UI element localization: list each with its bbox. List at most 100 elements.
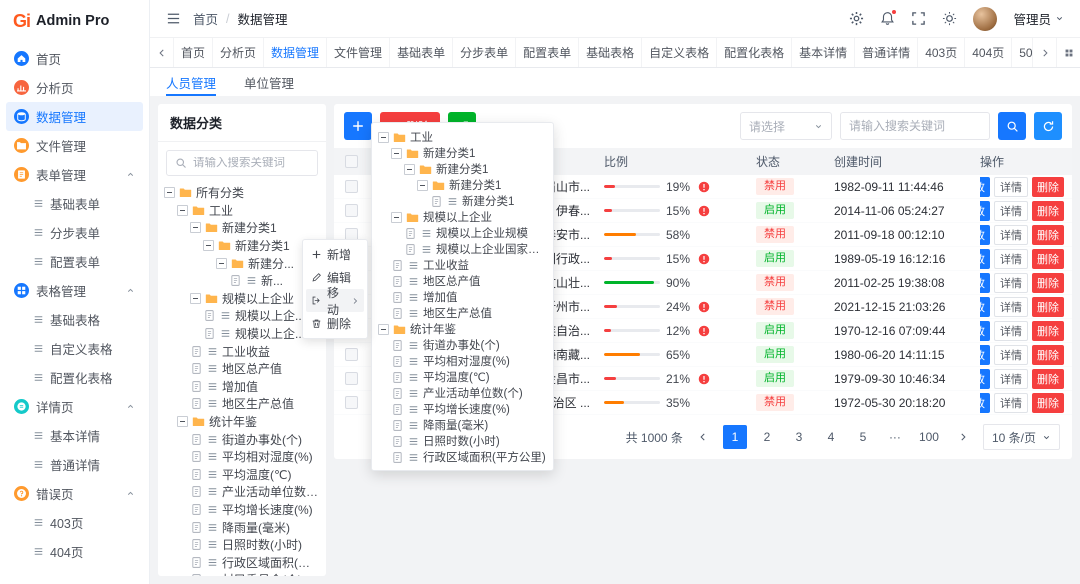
delete-row-button[interactable]: 删除 bbox=[1032, 225, 1064, 245]
tab-item[interactable]: 基本详情 bbox=[792, 38, 855, 67]
tree-leaf-node[interactable]: 日照时数(小时) bbox=[378, 433, 547, 449]
tree-leaf-node[interactable]: 村民委员会(个) bbox=[164, 571, 320, 576]
tab-item[interactable]: 文件管理 bbox=[327, 38, 390, 67]
tree-folder-node[interactable]: 新建分... bbox=[164, 254, 320, 272]
page-button[interactable]: 4 bbox=[819, 425, 843, 449]
row-checkbox[interactable] bbox=[345, 396, 358, 409]
tree-leaf-node[interactable]: 行政区域面积(平方公... bbox=[164, 553, 320, 571]
tree-leaf-node[interactable]: 工业收益 bbox=[164, 342, 320, 360]
row-checkbox[interactable] bbox=[345, 204, 358, 217]
detail-button[interactable]: 详情 bbox=[994, 177, 1028, 197]
row-checkbox[interactable] bbox=[345, 180, 358, 193]
tree-leaf-node[interactable]: 降雨量(毫米) bbox=[378, 417, 547, 433]
tree-leaf-node[interactable]: 降雨量(毫米) bbox=[164, 518, 320, 536]
tree-expander-icon[interactable] bbox=[190, 293, 201, 304]
tree-folder-node[interactable]: 统计年鉴 bbox=[378, 321, 547, 337]
tree-folder-node[interactable]: 工业 bbox=[164, 202, 320, 220]
tree-leaf-node[interactable]: 平均增长速度(%) bbox=[164, 501, 320, 519]
tree-leaf-node[interactable]: 规模以上企... bbox=[164, 325, 320, 343]
page-ellipsis[interactable]: ··· bbox=[883, 425, 907, 449]
user-menu[interactable]: 管理员 bbox=[1013, 9, 1064, 28]
edit-button[interactable]: 修改 bbox=[980, 369, 990, 389]
delete-row-button[interactable]: 删除 bbox=[1032, 273, 1064, 293]
tree-leaf-node[interactable]: 规模以上企业国家资本 bbox=[378, 241, 547, 257]
detail-button[interactable]: 详情 bbox=[994, 369, 1028, 389]
subtab-item[interactable]: 单位管理 bbox=[244, 68, 294, 96]
sidebar-subitem[interactable]: 普通详情 bbox=[6, 450, 143, 479]
tab-item[interactable]: 分析页 bbox=[213, 38, 264, 67]
tree-leaf-node[interactable]: 产业活动单位数(个) bbox=[378, 385, 547, 401]
refresh-button[interactable] bbox=[1034, 112, 1062, 140]
tree-folder-node[interactable]: 新建分类1 bbox=[164, 219, 320, 237]
page-button[interactable]: 1 bbox=[723, 425, 747, 449]
edit-button[interactable]: 修改 bbox=[980, 393, 990, 413]
tree-leaf-node[interactable]: 规模以上企业规模 bbox=[378, 225, 547, 241]
bell-icon[interactable] bbox=[880, 11, 895, 26]
tab-item[interactable]: 配置表单 bbox=[516, 38, 579, 67]
tab-item[interactable]: 首页 bbox=[174, 38, 213, 67]
delete-row-button[interactable]: 删除 bbox=[1032, 345, 1064, 365]
context-menu-item[interactable]: 删除 bbox=[306, 312, 364, 335]
tree-leaf-node[interactable]: 工业收益 bbox=[378, 257, 547, 273]
sidebar-item[interactable]: 表格管理 bbox=[6, 276, 143, 305]
delete-row-button[interactable]: 删除 bbox=[1032, 201, 1064, 221]
tree-leaf-node[interactable]: 增加值 bbox=[164, 378, 320, 396]
theme-icon[interactable] bbox=[942, 11, 957, 26]
tab-item[interactable]: 404页 bbox=[965, 38, 1012, 67]
tree-expander-icon[interactable] bbox=[177, 416, 188, 427]
tree-expander-icon[interactable] bbox=[378, 132, 389, 143]
tree-expander-icon[interactable] bbox=[164, 187, 175, 198]
select-all-checkbox[interactable] bbox=[345, 155, 358, 168]
tree-leaf-node[interactable]: 日照时数(小时) bbox=[164, 536, 320, 554]
subtab-item[interactable]: 人员管理 bbox=[166, 68, 216, 96]
tab-item[interactable]: 403页 bbox=[918, 38, 965, 67]
tree-leaf-node[interactable]: 平均相对湿度(%) bbox=[164, 448, 320, 466]
row-checkbox[interactable] bbox=[345, 372, 358, 385]
tabs-scroll-left-icon[interactable] bbox=[150, 38, 174, 67]
tree-leaf-node[interactable]: 地区总产值 bbox=[378, 273, 547, 289]
detail-button[interactable]: 详情 bbox=[994, 297, 1028, 317]
detail-button[interactable]: 详情 bbox=[994, 201, 1028, 221]
edit-button[interactable]: 修改 bbox=[980, 177, 990, 197]
table-search-input[interactable] bbox=[840, 112, 990, 140]
tree-leaf-node[interactable]: 新... bbox=[164, 272, 320, 290]
sidebar-subitem[interactable]: 基础表单 bbox=[6, 189, 143, 218]
tree-expander-icon[interactable] bbox=[391, 212, 402, 223]
tree-folder-node[interactable]: 统计年鉴 bbox=[164, 413, 320, 431]
sidebar-subitem[interactable]: 403页 bbox=[6, 508, 143, 537]
sidebar-subitem[interactable]: 基本详情 bbox=[6, 421, 143, 450]
edit-button[interactable]: 修改 bbox=[980, 273, 990, 293]
sidebar-subitem[interactable]: 配置化表格 bbox=[6, 363, 143, 392]
tree-folder-node[interactable]: 规模以上企业 bbox=[164, 290, 320, 308]
tree-leaf-node[interactable]: 行政区域面积(平方公里) bbox=[378, 449, 547, 465]
detail-button[interactable]: 详情 bbox=[994, 249, 1028, 269]
tree-leaf-node[interactable]: 规模以上企... bbox=[164, 307, 320, 325]
delete-row-button[interactable]: 删除 bbox=[1032, 369, 1064, 389]
tree-expander-icon[interactable] bbox=[216, 258, 227, 269]
edit-button[interactable]: 修改 bbox=[980, 201, 990, 221]
edit-button[interactable]: 修改 bbox=[980, 321, 990, 341]
delete-row-button[interactable]: 删除 bbox=[1032, 249, 1064, 269]
page-button[interactable]: 100 bbox=[915, 425, 943, 449]
sidebar-subitem[interactable]: 配置表单 bbox=[6, 247, 143, 276]
tree-leaf-node[interactable]: 地区生产总值 bbox=[164, 395, 320, 413]
tree-expander-icon[interactable] bbox=[190, 222, 201, 233]
sidebar-item[interactable]: 分析页 bbox=[6, 73, 143, 102]
delete-row-button[interactable]: 删除 bbox=[1032, 177, 1064, 197]
sidebar-item[interactable]: 详情页 bbox=[6, 392, 143, 421]
context-menu-item[interactable]: 移动 bbox=[306, 289, 364, 312]
tab-item[interactable]: 自定义表格 bbox=[642, 38, 717, 67]
tree-expander-icon[interactable] bbox=[203, 240, 214, 251]
tree-expander-icon[interactable] bbox=[391, 148, 402, 159]
tab-item[interactable]: 基础表格 bbox=[579, 38, 642, 67]
tree-leaf-node[interactable]: 平均相对湿度(%) bbox=[378, 353, 547, 369]
detail-button[interactable]: 详情 bbox=[994, 321, 1028, 341]
tree-leaf-node[interactable]: 新建分类1 bbox=[378, 193, 547, 209]
edit-button[interactable]: 修改 bbox=[980, 345, 990, 365]
tree-folder-node[interactable]: 新建分类1 bbox=[378, 145, 547, 161]
detail-button[interactable]: 详情 bbox=[994, 393, 1028, 413]
sidebar-item[interactable]: 首页 bbox=[6, 44, 143, 73]
tree-leaf-node[interactable]: 街道办事处(个) bbox=[378, 337, 547, 353]
tree-folder-node[interactable]: 新建分类1 bbox=[164, 237, 320, 255]
edit-button[interactable]: 修改 bbox=[980, 297, 990, 317]
